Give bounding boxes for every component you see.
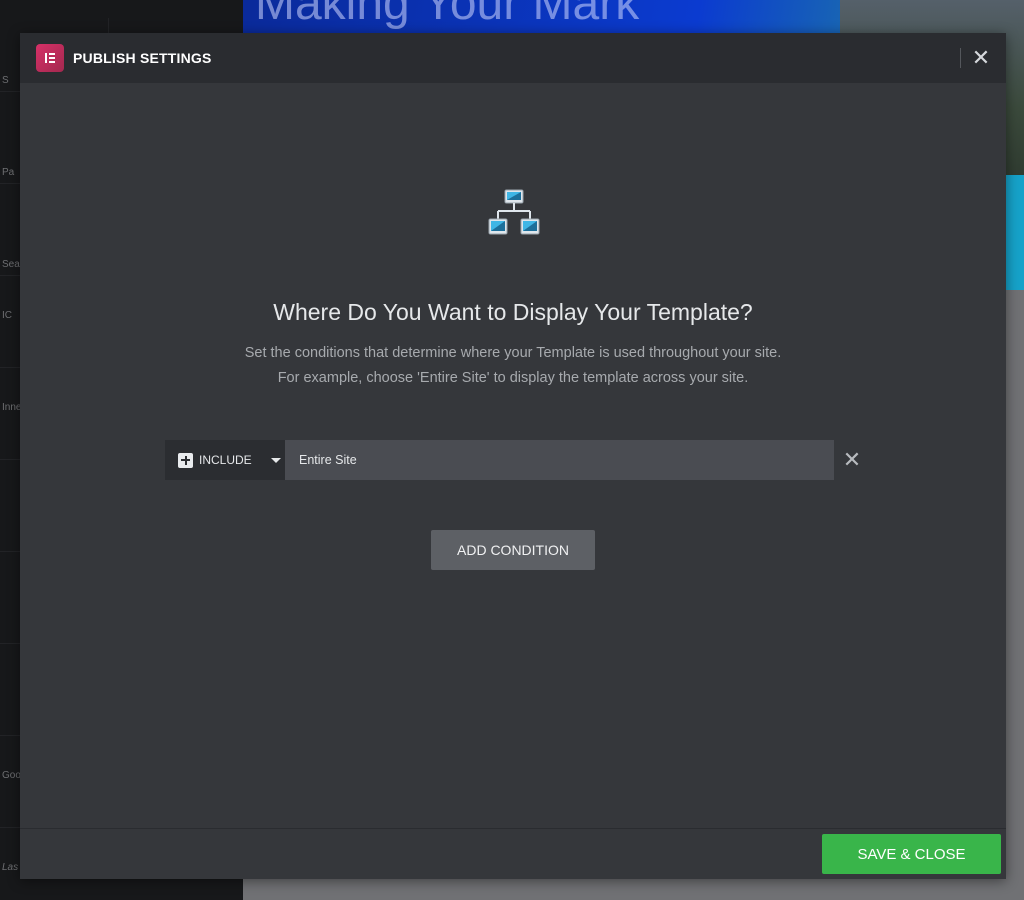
conditions-description-line1: Set the conditions that determine where … — [244, 345, 782, 361]
sidebar-fragment: S — [2, 75, 9, 86]
header-divider — [960, 48, 961, 68]
remove-condition-icon[interactable]: ✕ — [842, 449, 862, 471]
condition-row: INCLUDE Entire Site — [165, 440, 834, 480]
plus-square-icon — [178, 452, 193, 468]
save-and-close-button[interactable]: SAVE & CLOSE — [822, 834, 1001, 874]
caret-down-icon — [270, 457, 281, 463]
sidebar-fragment: Goo — [2, 770, 21, 781]
add-condition-button[interactable]: ADD CONDITION — [431, 530, 595, 570]
condition-scope-select[interactable]: Entire Site — [285, 440, 834, 480]
hero-title: Making Your Mark — [255, 0, 640, 30]
close-icon[interactable]: ✕ — [968, 45, 994, 71]
elementor-logo-icon — [36, 44, 64, 72]
sidebar-fragment: IC — [2, 310, 12, 321]
sitemap-icon — [488, 189, 540, 235]
sidebar-fragment: Inne — [2, 402, 22, 413]
modal-title: PUBLISH SETTINGS — [73, 50, 212, 66]
conditions-headline: Where Do You Want to Display Your Templa… — [273, 299, 753, 325]
conditions-description-line2: For example, choose 'Entire Site' to dis… — [277, 370, 749, 386]
sidebar-fragment: Sea — [2, 259, 20, 270]
modal-header: PUBLISH SETTINGS ✕ — [20, 33, 1006, 83]
publish-settings-modal: PUBLISH SETTINGS ✕ Where Do You Want to … — [20, 33, 1006, 879]
sidebar-fragment: Pa — [2, 167, 15, 178]
include-exclude-select[interactable]: INCLUDE — [165, 440, 285, 480]
include-label: INCLUDE — [199, 453, 252, 467]
sidebar-fragment: Las — [2, 862, 19, 873]
condition-scope-value: Entire Site — [299, 453, 357, 467]
